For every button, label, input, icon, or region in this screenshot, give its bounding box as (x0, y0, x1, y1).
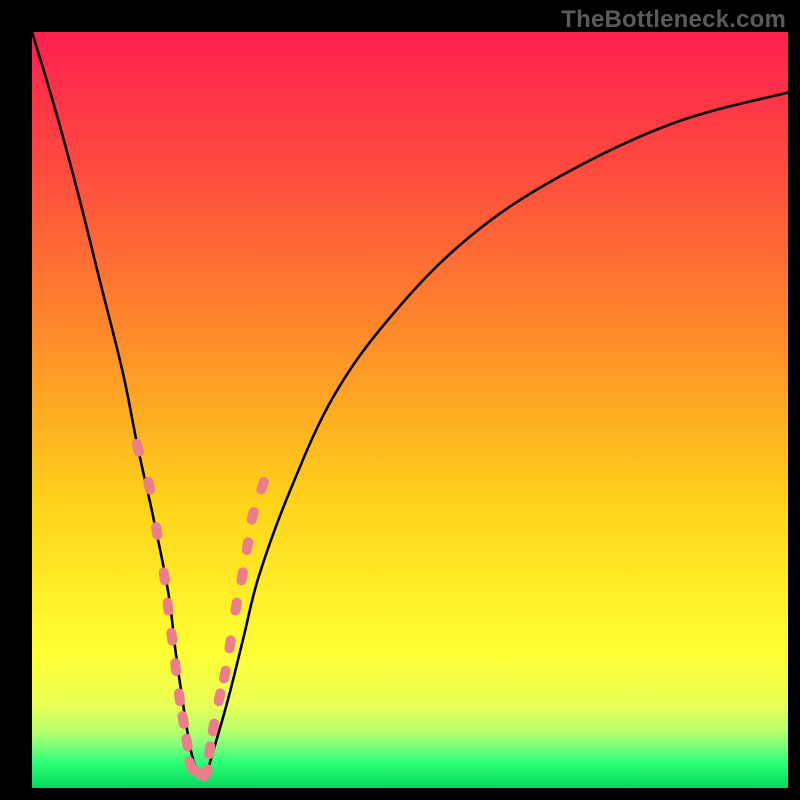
chart-frame: TheBottleneck.com (0, 0, 800, 800)
gradient-band (32, 32, 788, 168)
gradient-band (32, 334, 788, 500)
plot-area (32, 32, 788, 788)
watermark-label: TheBottleneck.com (561, 6, 786, 34)
gradient-band (32, 168, 788, 334)
gradient-band (32, 705, 788, 731)
gradient-band (32, 501, 788, 652)
gradient-band (32, 652, 788, 705)
gradient-band (32, 731, 788, 746)
severity-gradient (32, 32, 788, 788)
gradient-band (32, 746, 788, 761)
gradient-band (32, 762, 788, 788)
